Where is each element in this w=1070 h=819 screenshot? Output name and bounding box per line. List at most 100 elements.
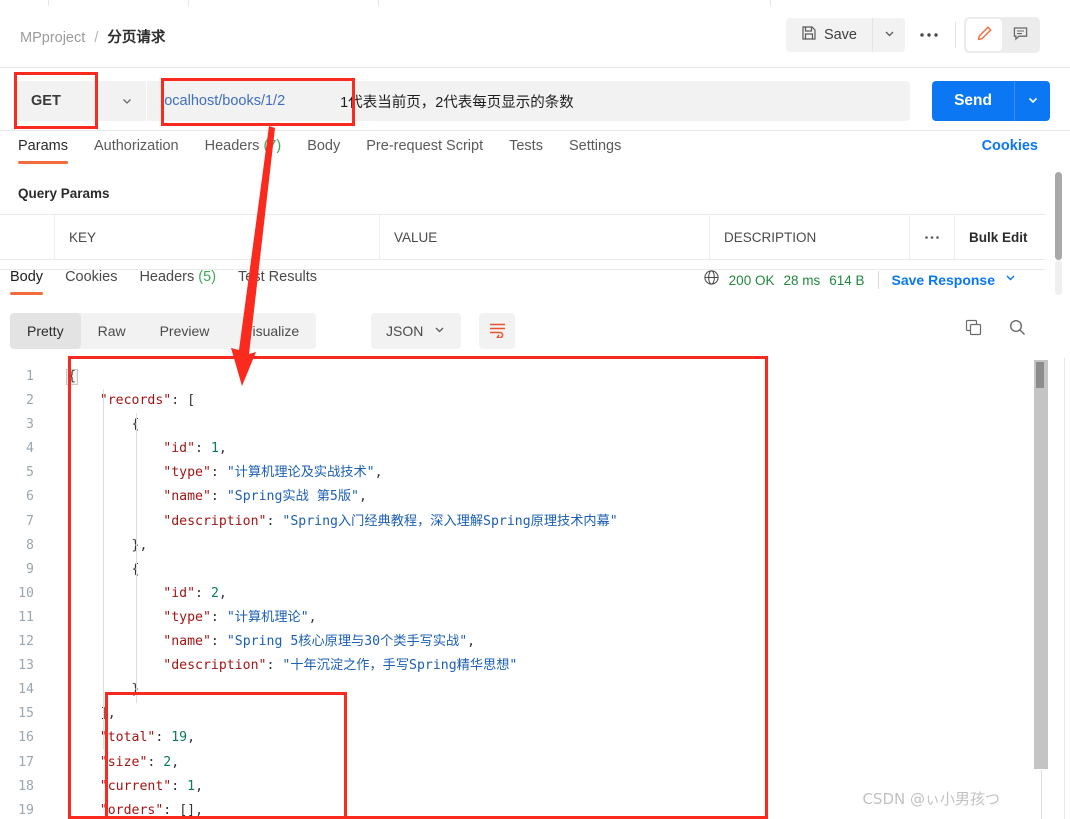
body-view-mode-pretty[interactable]: Pretty [10,313,81,349]
request-tab-body[interactable]: Body [307,138,340,164]
save-dropdown-button[interactable] [872,18,905,52]
request-tab-label: Params [18,138,68,154]
chevron-down-icon [120,94,134,113]
response-body-toolbar: Pretty Raw Preview Visualize JSON [0,310,1045,355]
indent-guide-2 [136,413,137,703]
code-token-s: "计算机理论及实战技术" [226,465,375,481]
chevron-down-icon [1026,93,1040,110]
body-view-mode-raw[interactable]: Raw [81,313,143,349]
http-method-selector[interactable]: GET [16,81,146,121]
request-scrollbar-thumb[interactable] [1055,172,1062,260]
line-number: 7 [26,513,34,529]
line-number: 11 [18,609,34,625]
ellipsis-icon [920,33,938,37]
body-format-selector[interactable]: JSON [371,313,462,349]
response-tab-bar: Body Cookies Headers (5) Test Results 200 O… [0,266,1045,302]
code-token-p: : [155,730,172,746]
request-tab-label: Pre-request Script [366,138,484,154]
cookies-link[interactable]: Cookies [982,138,1038,154]
response-status-area: 200 OK 28 ms 614 B Save Response [703,269,1017,291]
request-tab-authorization[interactable]: Authorization [94,138,179,164]
send-dropdown-button[interactable] [1014,81,1050,121]
request-tab-headers[interactable]: Headers (7) [205,138,282,164]
body-view-mode-visualize[interactable]: Visualize [226,313,316,349]
send-button-group: Send [932,81,1050,121]
code-token-k: "name" [163,489,211,505]
code-line: 11 "type": "计算机理论", [0,606,1022,630]
code-line: 13 "description": "十年沉淀之作，手写Spring精华思想" [0,654,1022,678]
response-tab-body[interactable]: Body [10,269,44,295]
save-response-button[interactable]: Save Response [892,272,996,288]
request-tab-count: (7) [263,138,282,154]
code-token-p: : [195,585,211,601]
query-params-title: Query Params [18,186,110,201]
search-button[interactable] [1008,318,1027,340]
send-button[interactable]: Send [932,81,1014,121]
pencil-icon [976,25,993,45]
code-fold-toggle[interactable]: { [66,369,78,385]
code-token-p: : [210,634,227,650]
more-options-button[interactable] [911,18,947,52]
url-bar: GET localhost/books/1/2 1代表当前页，2代表每页显示的条… [0,69,1070,131]
code-token-n: 19 [171,730,188,746]
copy-button[interactable] [964,318,983,340]
response-size: 614 B [829,272,865,288]
code-token-k: "name" [163,634,211,650]
globe-icon [703,269,720,291]
code-token-p: , [374,465,383,481]
code-line: 8 }, [0,534,1022,558]
url-input[interactable]: localhost/books/1/2 1代表当前页，2代表每页显示的条数 [147,81,910,121]
code-line: 4 "id": 1, [0,437,1022,461]
line-number: 18 [18,778,34,794]
breadcrumb-current[interactable]: 分页请求 [107,30,165,46]
response-body-viewer[interactable]: 1{2 "records": [3 {4 "id": 1,5 "type": "… [0,358,1022,819]
response-tab-label: Cookies [65,269,118,285]
request-tab-pre-request-script[interactable]: Pre-request Script [366,138,483,164]
request-tab-label: Headers [204,138,260,154]
response-scrollbar-thumb[interactable] [1036,362,1044,388]
code-line: 9 { [0,558,1022,582]
chevron-down-icon [883,27,896,43]
request-tab-tests[interactable]: Tests [509,138,543,164]
response-tab-test-results[interactable]: Test Results [238,269,317,295]
edit-mode-button[interactable] [966,19,1002,51]
code-token-p: , [218,585,227,601]
line-number: 2 [26,393,34,409]
code-token-n: 1 [210,441,219,457]
url-value: localhost/books/1/2 [161,93,286,109]
response-tab-count: (5) [198,269,217,285]
code-token-k: "id" [163,441,196,457]
response-tab-headers[interactable]: Headers (5) [139,269,216,295]
code-line: 16 "total": 19, [0,726,1022,750]
breadcrumb-project[interactable]: MPproject [20,30,85,46]
comment-button[interactable] [1002,19,1038,51]
code-token-p: : [147,754,164,770]
request-tab-settings[interactable]: Settings [569,138,621,164]
line-number: 15 [18,706,34,722]
request-tab-params[interactable]: Params [18,138,68,164]
response-tab-cookies[interactable]: Cookies [65,269,117,295]
code-token-n: 2 [210,585,219,601]
code-token-p: }, [131,537,148,553]
response-scrollbar-track[interactable] [1034,360,1048,769]
code-line-text: "orders": [], [48,799,203,819]
save-button[interactable]: Save [785,18,872,52]
code-line-text: { [48,558,140,582]
code-token-k: "current" [99,778,172,794]
line-number: 3 [26,417,34,433]
copy-icon [964,318,983,340]
request-tab-bar: Params Authorization Headers (7) Body Pre-re… [0,132,1070,170]
code-line-text: "description": "十年沉淀之作，手写Spring精华思想" [48,654,517,678]
line-number: 8 [26,537,34,553]
request-scrollbar-track[interactable] [1055,260,1062,295]
save-button-group: Save [785,18,905,52]
chevron-down-icon[interactable] [1004,271,1017,289]
code-line-text: { [48,413,140,437]
query-params-options-button[interactable] [910,215,955,259]
bulk-edit-button[interactable]: Bulk Edit [955,215,1045,259]
code-token-p: : [163,802,180,818]
breadcrumb: MPproject / 分页请求 [20,26,165,47]
code-line: 14 } [0,678,1022,702]
wrap-text-button[interactable] [479,313,515,349]
body-view-mode-preview[interactable]: Preview [143,313,227,349]
